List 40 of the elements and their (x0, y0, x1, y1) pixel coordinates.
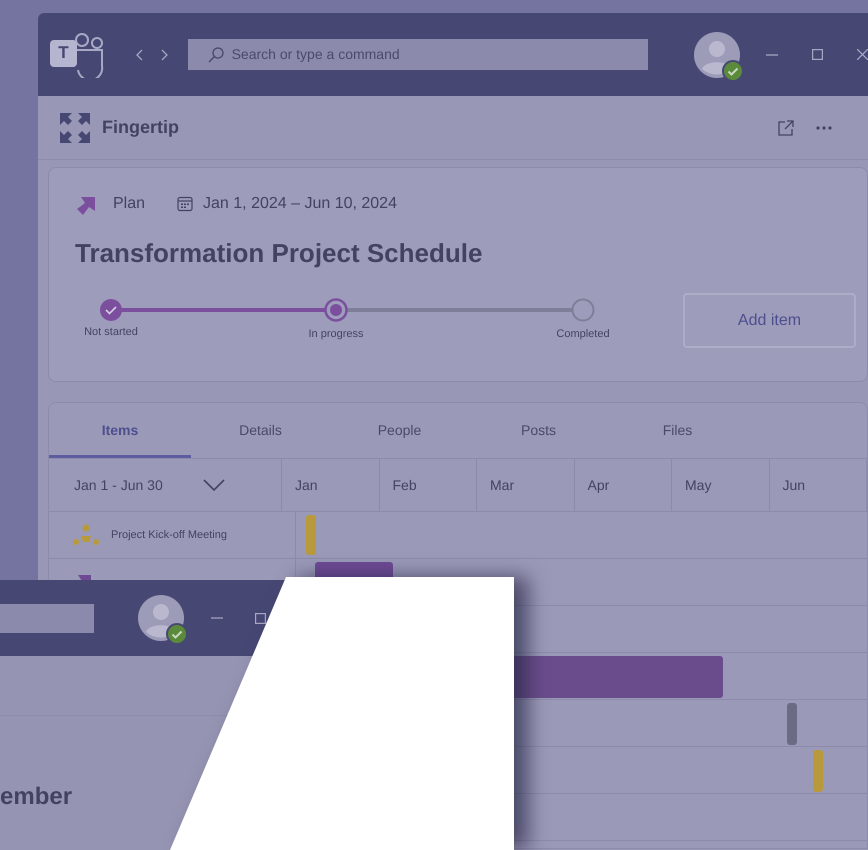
month-label: Jun (782, 476, 806, 494)
pop-out-icon[interactable] (778, 120, 794, 136)
app-title: Fingertip (102, 116, 179, 139)
close-icon[interactable] (856, 49, 868, 60)
maximize-icon[interactable] (812, 49, 823, 60)
step-label: Not started (84, 325, 138, 340)
search-field[interactable] (0, 604, 94, 632)
chevron-down-icon (202, 479, 225, 491)
search-field[interactable]: Search or type a command (188, 39, 648, 70)
step-label: Completed (556, 327, 610, 342)
plan-type: Plan (113, 194, 146, 214)
date-range-dropdown[interactable]: Jan 1 - Jun 30 (49, 459, 282, 511)
maximize-icon[interactable] (255, 612, 266, 624)
tab[interactable]: Posts (469, 403, 608, 458)
item-name: Project Kick-off Meeting (111, 528, 227, 543)
tab[interactable]: People (330, 403, 469, 458)
plan-dates: Jan 1, 2024 – Jun 10, 2024 (203, 194, 397, 214)
minimize-icon[interactable] (766, 54, 778, 56)
month-label: Mar (490, 476, 514, 494)
meeting-icon (73, 524, 99, 546)
app-logo[interactable]: T (50, 30, 106, 80)
tab[interactable]: Items (49, 403, 191, 458)
tab[interactable]: Details (191, 403, 330, 458)
search-icon (208, 46, 224, 62)
more-icon[interactable] (816, 126, 832, 130)
forward-icon[interactable] (160, 48, 168, 60)
app-icon (60, 112, 90, 142)
month-label: Feb (392, 476, 417, 494)
month-label: Apr (588, 476, 610, 495)
calendar-icon (177, 196, 194, 212)
plan-title: Transformation Project Schedule (75, 237, 484, 270)
back-icon[interactable] (136, 48, 143, 60)
month-label: Jan (295, 476, 318, 494)
search-input[interactable]: Search or type a command (232, 44, 632, 65)
month-label: May (685, 476, 712, 495)
window-title: ember (0, 785, 74, 809)
add-item-button[interactable]: Add item (683, 293, 856, 348)
step-label: In progress (308, 327, 364, 342)
tab[interactable]: Files (608, 403, 747, 458)
minimize-icon[interactable] (211, 617, 223, 619)
